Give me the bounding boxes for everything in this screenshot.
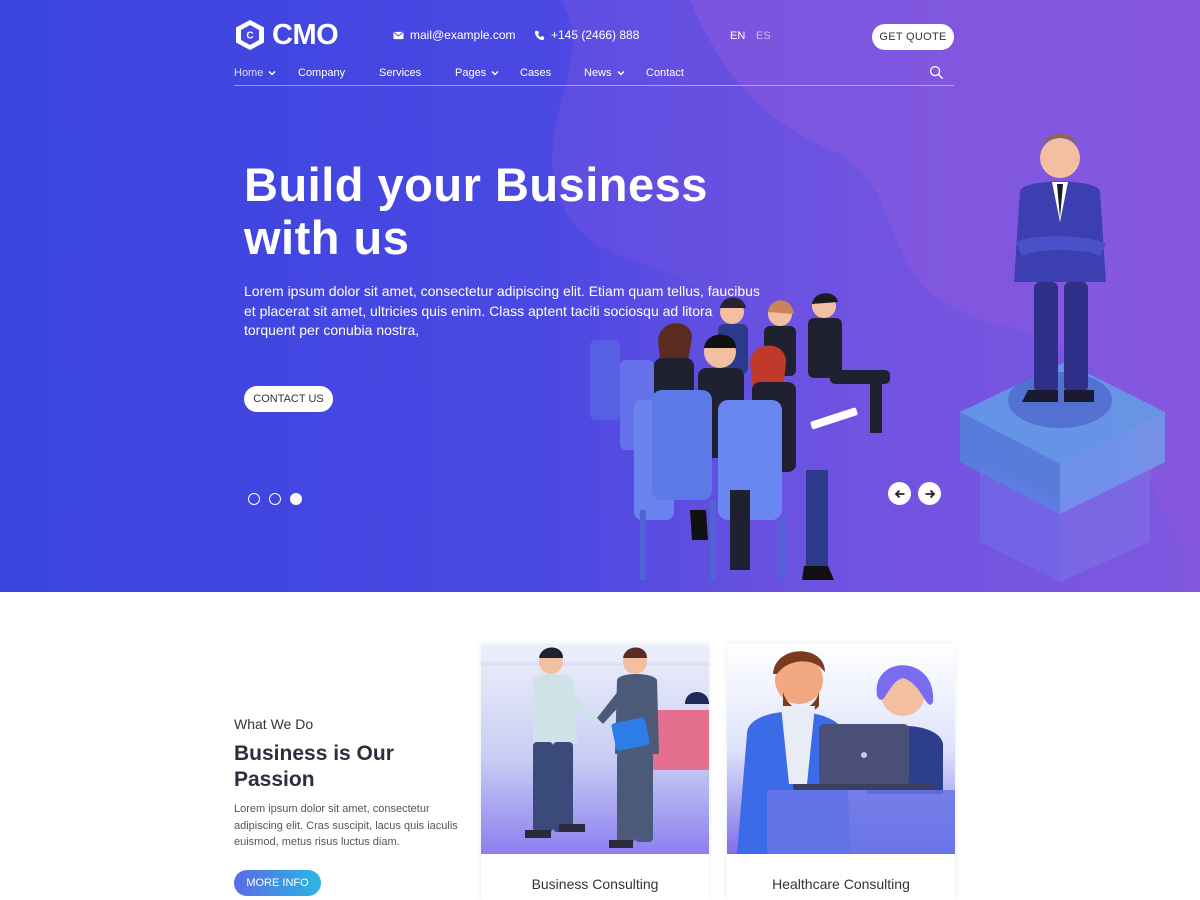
section-description: Lorem ipsum dolor sit amet, consectetur … [234, 803, 458, 848]
slider-next-button[interactable] [918, 482, 941, 505]
card-title: Healthcare Consulting [772, 876, 910, 892]
language-en[interactable]: EN [730, 30, 745, 42]
mail-icon [393, 31, 404, 39]
chevron-down-icon [268, 70, 276, 76]
hero-title: Build your Business with us [244, 158, 708, 264]
hero-section: C CMO mail@example.com +145 (2466) 888 E… [0, 0, 1200, 592]
nav-item-label: News [584, 67, 612, 79]
language-es[interactable]: ES [756, 30, 771, 42]
email-text: mail@example.com [410, 28, 516, 42]
service-card-business-consulting[interactable]: Business Consulting [481, 644, 709, 900]
card-title: Business Consulting [531, 876, 659, 892]
laptop-team-illustration [727, 644, 955, 854]
brand-logo[interactable]: C CMO [234, 18, 339, 52]
nav-item-label: Cases [520, 67, 552, 79]
chevron-down-icon [491, 70, 499, 76]
slider-dot[interactable] [248, 493, 260, 505]
brand-name: CMO [272, 18, 339, 51]
section-title: Business is Our Passion [234, 742, 394, 791]
nav-item-label: Services [379, 67, 422, 79]
nav-item-label: Home [234, 67, 264, 79]
contact-us-button[interactable]: CONTACT US [244, 386, 333, 412]
nav-item-contact[interactable]: Contact [646, 67, 684, 79]
nav-item-services[interactable]: Services [379, 67, 421, 79]
businessman-illustration [960, 134, 1165, 582]
main-nav: Home Company Services Pages Cases News C… [234, 64, 954, 86]
slider-prev-button[interactable] [888, 482, 911, 505]
card-image [481, 644, 709, 854]
phone-text: +145 (2466) 888 [551, 28, 640, 42]
more-info-button[interactable]: MORE INFO [234, 870, 321, 896]
header-email[interactable]: mail@example.com [393, 28, 516, 42]
handshake-illustration [481, 644, 709, 854]
meeting-illustration [590, 293, 890, 580]
header-phone[interactable]: +145 (2466) 888 [534, 28, 639, 42]
nav-item-cases[interactable]: Cases [520, 67, 551, 79]
nav-item-pages[interactable]: Pages [455, 67, 499, 79]
slider-dot-active[interactable] [290, 493, 302, 505]
nav-item-home[interactable]: Home [234, 67, 276, 79]
svg-text:C: C [246, 31, 253, 42]
arrow-left-icon [894, 489, 904, 498]
get-quote-button[interactable]: GET QUOTE [872, 24, 954, 50]
nav-item-label: Contact [646, 67, 684, 79]
service-card-healthcare-consulting[interactable]: Healthcare Consulting [727, 644, 955, 900]
nav-item-company[interactable]: Company [298, 67, 345, 79]
slider-dot[interactable] [269, 493, 281, 505]
chevron-down-icon [616, 70, 625, 76]
section-subtitle: What We Do [234, 716, 314, 732]
logo-cube-icon: C [236, 20, 264, 50]
nav-item-label: Pages [455, 67, 487, 79]
search-icon[interactable] [929, 65, 944, 80]
nav-item-news[interactable]: News [584, 67, 625, 79]
site-header: C CMO mail@example.com +145 (2466) 888 E… [234, 18, 954, 86]
card-image [727, 644, 955, 854]
slider-dots [248, 493, 302, 505]
nav-item-label: Company [298, 67, 346, 79]
phone-icon [534, 30, 545, 40]
arrow-right-icon [925, 489, 935, 498]
